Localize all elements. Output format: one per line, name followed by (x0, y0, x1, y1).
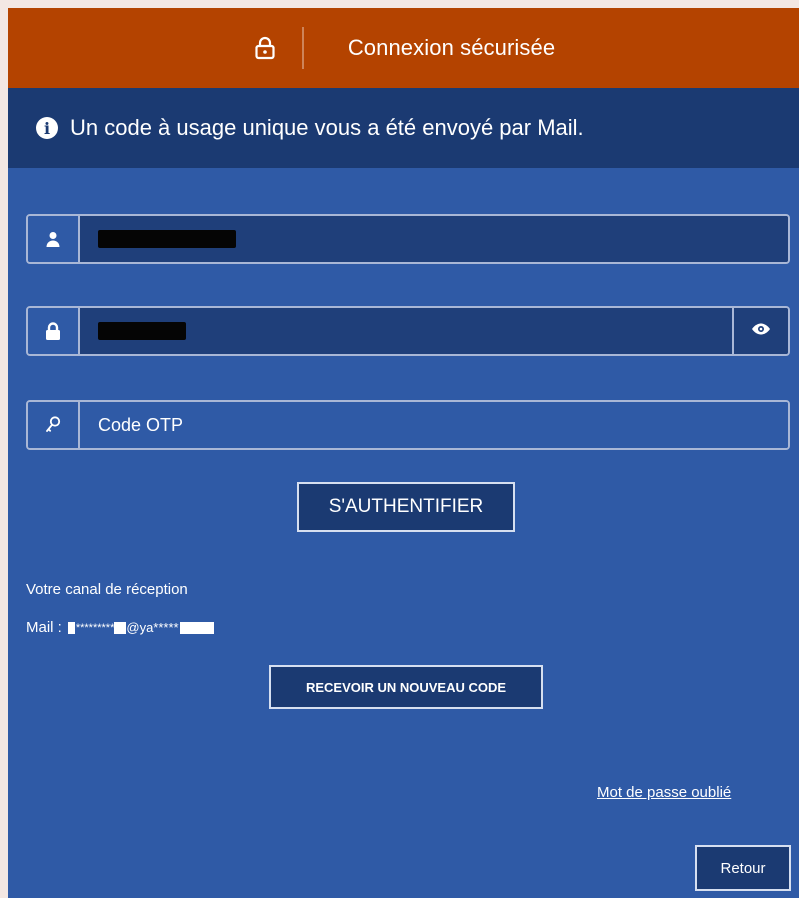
redacted-username (98, 230, 236, 248)
username-field (26, 214, 790, 264)
page-title: Connexion sécurisée (347, 35, 556, 60)
masked-block (179, 621, 214, 634)
key-icon (28, 402, 80, 448)
back-button[interactable]: Retour (695, 845, 791, 891)
mail-prefix: Mail : (26, 619, 62, 636)
resend-code-button[interactable]: RECEVOIR UN NOUVEAU CODE (269, 665, 543, 709)
forgot-password-link[interactable]: Mot de passe oublié (597, 784, 731, 801)
info-message: Un code à usage unique vous a été envoyé… (70, 115, 584, 140)
lock-icon (252, 35, 278, 61)
info-banner: i Un code à usage unique vous a été envo… (8, 88, 799, 168)
masked-email-part: ********* (75, 621, 115, 634)
reception-mail-line: Mail : ********* @ya***** (26, 619, 214, 636)
lock-icon (28, 308, 80, 354)
masked-block (114, 621, 127, 634)
eye-icon (751, 322, 771, 340)
username-input[interactable] (80, 216, 788, 262)
masked-email-domain: @ya***** (126, 620, 179, 635)
reception-channel-label: Votre canal de réception (26, 581, 188, 598)
header-bar: Connexion sécurisée (8, 8, 799, 88)
redacted-password (98, 322, 186, 340)
show-password-button[interactable] (732, 308, 788, 354)
password-input[interactable] (80, 308, 732, 354)
user-icon (28, 216, 80, 262)
otp-input[interactable] (80, 402, 788, 448)
authenticate-button[interactable]: S'AUTHENTIFIER (297, 482, 515, 532)
masked-block (67, 621, 75, 634)
header-divider (301, 27, 304, 69)
password-field (26, 306, 790, 356)
otp-field (26, 400, 790, 450)
login-panel: Connexion sécurisée i Un code à usage un… (8, 8, 799, 898)
info-circle-icon: i (36, 117, 58, 139)
